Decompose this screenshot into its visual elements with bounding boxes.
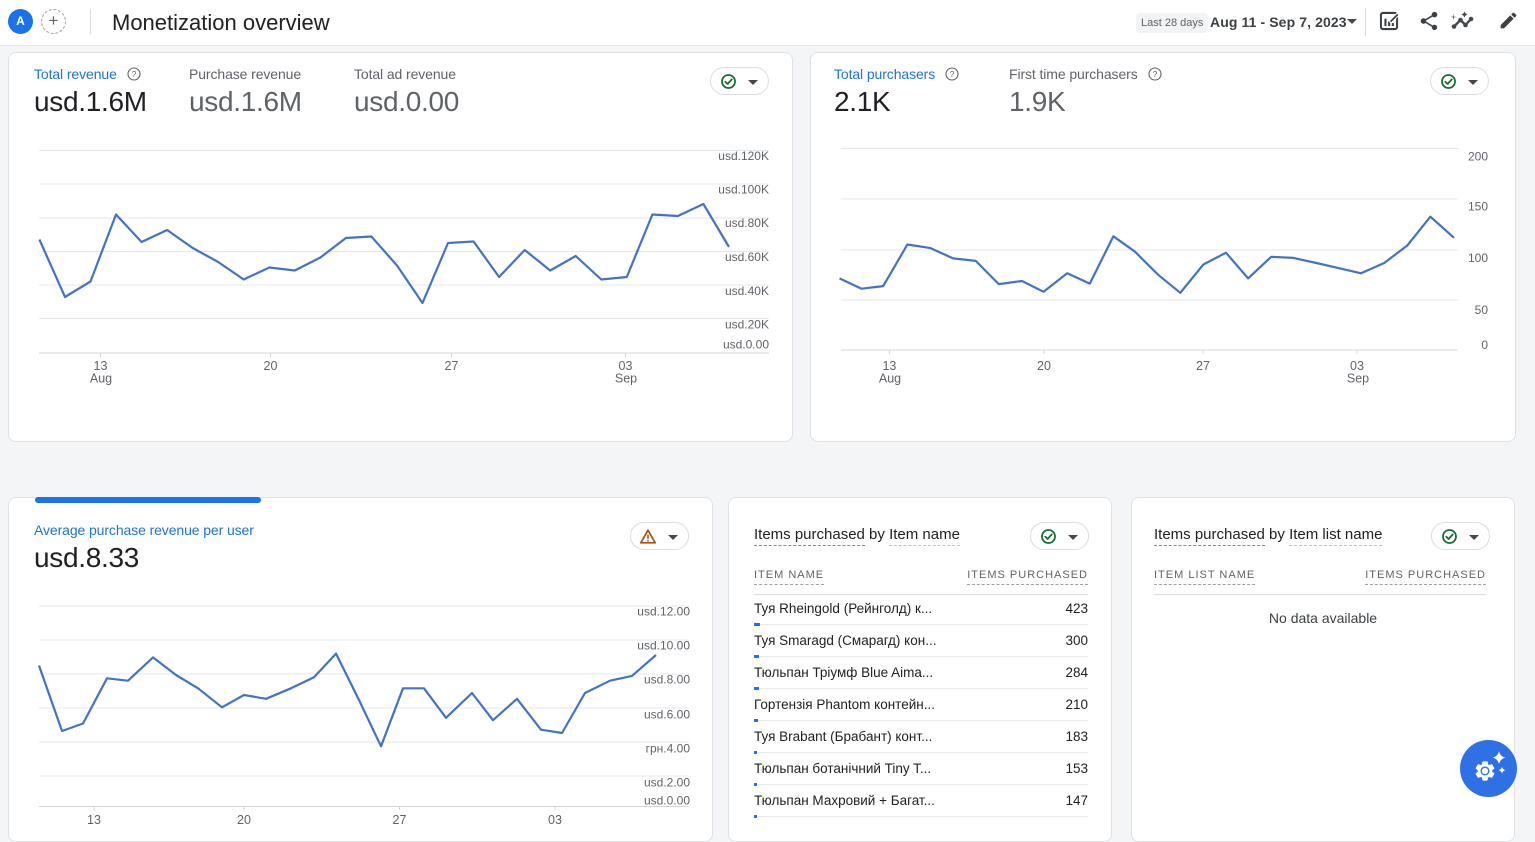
svg-text:20: 20 [264,359,278,373]
svg-text:Aug: Aug [879,372,901,386]
svg-text:100: 100 [1468,251,1488,265]
svg-text:27: 27 [445,359,459,373]
svg-text:usd.10.00: usd.10.00 [637,639,690,653]
svg-text:27: 27 [393,813,407,827]
svg-text:Aug: Aug [90,372,112,386]
svg-text:20: 20 [1037,359,1051,373]
svg-text:usd.8.00: usd.8.00 [644,673,690,687]
svg-text:20: 20 [237,813,251,827]
svg-text:usd.80K: usd.80K [725,216,769,230]
svg-text:Sep: Sep [615,372,637,386]
svg-text:usd.120K: usd.120K [718,149,769,163]
svg-text:03: 03 [548,813,562,827]
svg-text:usd.0.00: usd.0.00 [644,794,690,808]
svg-text:usd.60K: usd.60K [725,250,769,264]
svg-text:0: 0 [1481,338,1488,352]
svg-text:грн.4.00: грн.4.00 [646,742,691,756]
svg-text:usd.40K: usd.40K [725,284,769,298]
svg-text:200: 200 [1468,149,1488,163]
svg-text:usd.6.00: usd.6.00 [644,707,690,721]
svg-text:usd.2.00: usd.2.00 [644,775,690,789]
svg-text:150: 150 [1468,200,1488,214]
svg-text:Sep: Sep [1347,372,1369,386]
svg-text:usd.12.00: usd.12.00 [637,605,690,619]
svg-text:27: 27 [1196,359,1210,373]
svg-text:usd.0.00: usd.0.00 [723,338,769,352]
svg-text:usd.20K: usd.20K [725,318,769,332]
svg-text:13: 13 [87,813,101,827]
svg-text:usd.100K: usd.100K [718,183,769,197]
svg-text:50: 50 [1475,303,1489,317]
